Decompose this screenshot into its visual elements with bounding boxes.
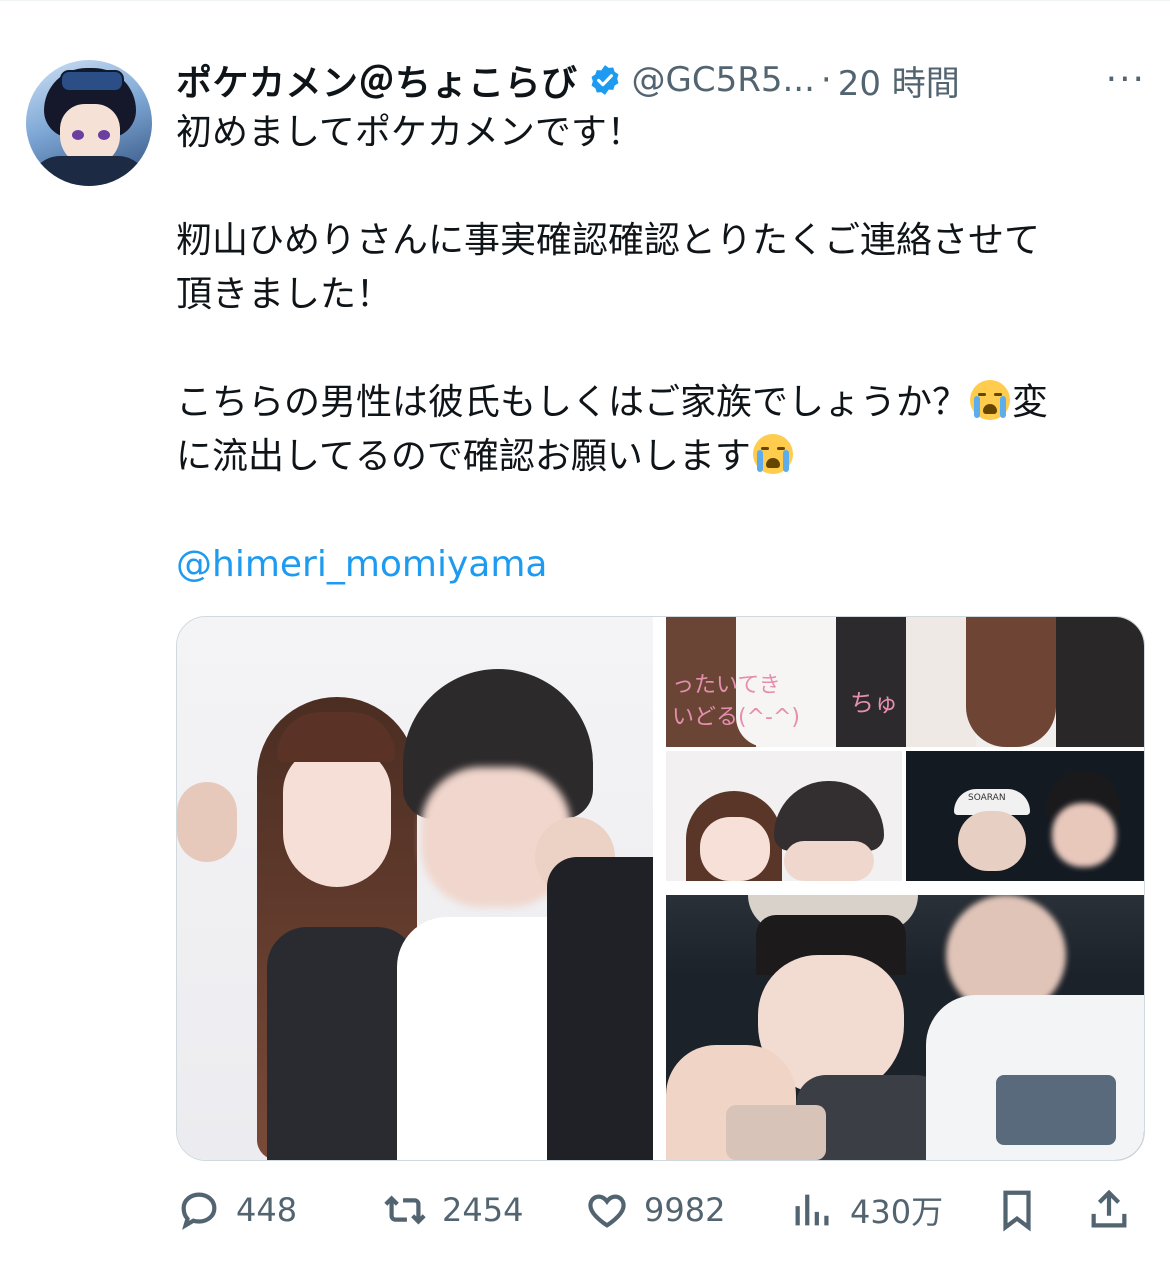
media-photo-main[interactable] — [177, 617, 653, 1160]
tweet-line: に流出してるので確認お願いします — [176, 430, 1156, 484]
avatar-goggles — [60, 70, 124, 92]
mention-link[interactable]: @himeri_momiyama — [176, 544, 548, 585]
media-photo-top-right[interactable]: ったいてき いどる(^-^) ちゅ — [666, 617, 1144, 747]
share-icon — [1091, 1189, 1127, 1228]
author-display-name[interactable]: ポケカメン＠ちょこらび — [176, 54, 578, 106]
photo-jacket — [1056, 617, 1144, 747]
photo-overlay-text: ったいてき — [672, 673, 781, 698]
retweet-icon — [384, 1195, 426, 1225]
avatar-eye — [98, 130, 110, 140]
media-grid: ったいてき いどる(^-^) ちゅ SOARAN — [176, 616, 1145, 1161]
tweet-header: ポケカメン＠ちょこらび @GC5R5... · 20 時間 — [176, 56, 1156, 104]
bookmark-icon — [1003, 1190, 1031, 1232]
verified-badge-icon — [591, 65, 618, 95]
photo-face-girl — [700, 817, 770, 881]
tweet-line: こちらの男性は彼氏もしくはご家族でしょうか？変 — [176, 380, 1049, 423]
bookmark-button[interactable] — [994, 1180, 1040, 1240]
more-options-icon[interactable]: ··· — [1106, 62, 1146, 98]
tweet-line: 籾山ひめりさんに事実確認確認とりたくご連絡させて — [176, 220, 1041, 261]
photo-overlay-text: ちゅ — [850, 689, 898, 717]
media-photo-middle-left[interactable] — [666, 751, 902, 881]
tweet-timestamp[interactable]: 20 時間 — [838, 56, 960, 105]
photo-jacket — [836, 617, 906, 747]
photo-hair — [966, 617, 1056, 747]
photo-clothes-girl — [267, 927, 417, 1160]
crying-face-emoji-icon — [970, 380, 1011, 420]
photo-face-boy-blurred — [1052, 803, 1116, 867]
like-count: 9982 — [644, 1191, 726, 1229]
avatar-hood — [30, 156, 148, 186]
avatar-eye — [72, 130, 84, 140]
photo-hand — [177, 782, 237, 862]
photo-jacket-boy — [547, 857, 653, 1160]
tweet-line: 初めましてポケカメンです！ — [176, 112, 643, 153]
tweet-actions: 448 2454 9982 430万 — [176, 1180, 1156, 1240]
avatar[interactable] — [26, 60, 152, 186]
like-button[interactable]: 9982 — [584, 1180, 725, 1240]
heart-icon — [588, 1194, 626, 1228]
tweet-line: 頂きました！ — [176, 274, 393, 315]
share-button[interactable] — [1086, 1180, 1132, 1240]
reply-button[interactable]: 448 — [176, 1180, 297, 1240]
media-photo-middle-right[interactable]: SOARAN — [906, 751, 1144, 881]
retweet-count: 2454 — [442, 1191, 524, 1229]
photo-overlay-text: いどる(^-^) — [672, 705, 800, 730]
photo-face-girl — [958, 811, 1026, 871]
reply-count: 448 — [236, 1191, 298, 1229]
tweet-text: 初めましてポケカメンです！ 籾山ひめりさんに事実確認確認とりたくご連絡させて 頂… — [176, 106, 1156, 592]
photo-shirt-print — [996, 1075, 1116, 1145]
header-separator: · — [820, 60, 832, 100]
photo-pouch — [726, 1105, 826, 1160]
top-divider — [0, 0, 1170, 1]
views-button[interactable]: 430万 — [790, 1180, 943, 1240]
views-count: 430万 — [850, 1193, 944, 1231]
photo-cap-text: SOARAN — [968, 793, 1006, 803]
photo-face-girl — [283, 747, 391, 887]
photo-face-boy — [784, 841, 874, 881]
crying-face-emoji-icon — [752, 434, 793, 474]
retweet-button[interactable]: 2454 — [382, 1180, 523, 1240]
views-bar-chart-icon — [795, 1194, 829, 1226]
media-photo-bottom-right[interactable] — [666, 895, 1144, 1160]
author-handle[interactable]: @GC5R5... — [632, 60, 815, 100]
reply-icon — [181, 1192, 217, 1230]
photo-bangs-girl — [277, 712, 395, 762]
